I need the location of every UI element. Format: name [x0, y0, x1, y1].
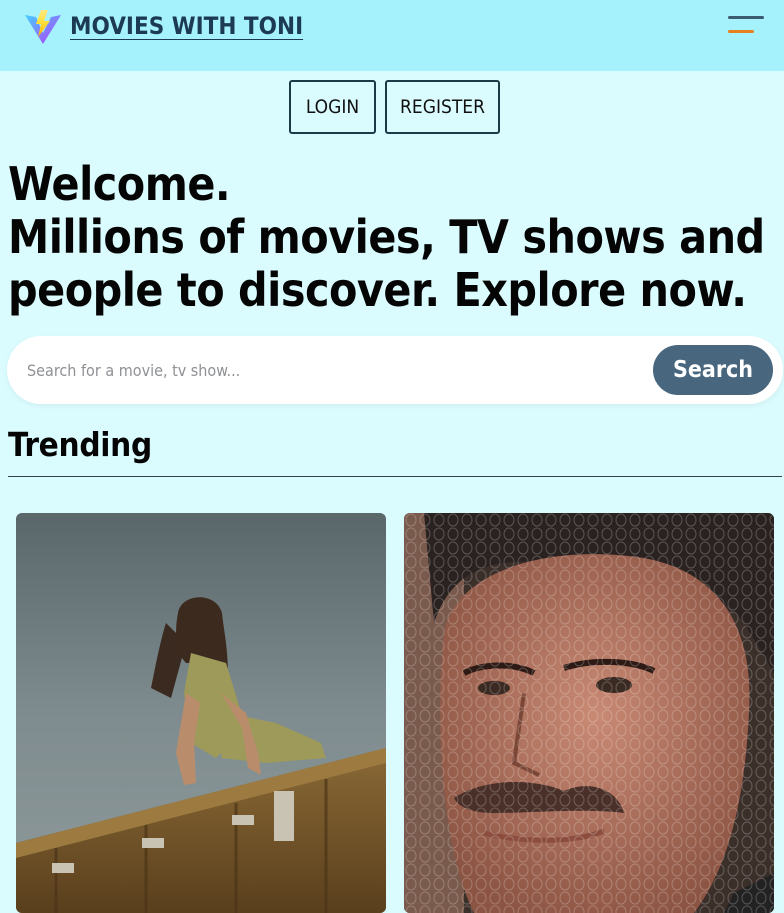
top-header: MOVIES WITH TONI — [0, 0, 784, 71]
site-title-link[interactable]: MOVIES WITH TONI — [70, 12, 303, 40]
hero-heading: Welcome. Millions of movies, TV shows an… — [8, 158, 778, 317]
section-divider — [8, 476, 782, 477]
movie-poster-man-with-mustache — [404, 513, 774, 913]
trending-card-1[interactable] — [16, 513, 386, 913]
hero-line-millions: Millions of movies, TV shows and — [8, 210, 765, 264]
trending-heading: Trending — [8, 425, 152, 464]
menu-bar-bottom — [728, 30, 754, 33]
trending-card-2[interactable] — [404, 513, 774, 913]
hamburger-menu-icon[interactable] — [724, 12, 764, 40]
search-input[interactable] — [25, 350, 635, 390]
search-bar: Search — [7, 336, 783, 404]
vite-logo-icon[interactable] — [24, 9, 62, 45]
hero-line-welcome: Welcome. — [8, 157, 231, 211]
menu-bar-top — [728, 16, 764, 19]
login-button[interactable]: LOGIN — [289, 80, 376, 134]
movie-poster-woman-on-shipping-container — [16, 513, 386, 913]
search-button[interactable]: Search — [653, 345, 773, 395]
hero-line-discover: people to discover. Explore now. — [8, 263, 747, 317]
register-button[interactable]: REGISTER — [385, 80, 500, 134]
